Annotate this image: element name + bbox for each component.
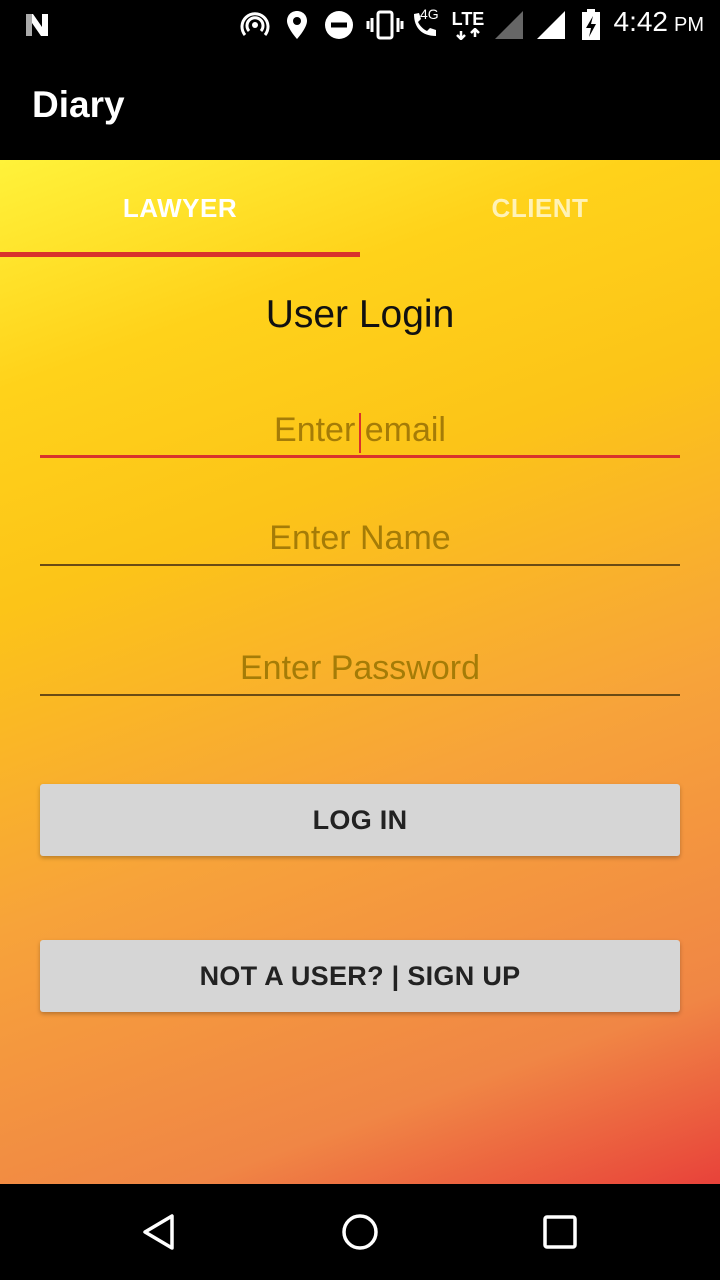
status-time: 4:42 PM [614,6,705,44]
network-lte-label: LTE [451,9,485,29]
vibrate-icon [366,10,404,40]
n-notification-icon [22,10,52,40]
lte-indicator: LTE [448,10,488,40]
tab-client[interactable]: CLIENT [360,160,720,256]
page-title: User Login [265,293,455,336]
data-arrows-icon [456,28,480,40]
login-button[interactable]: LOG IN [40,784,680,856]
recents-icon [543,1215,577,1249]
signal-full-icon [536,10,566,40]
battery-charging-icon [580,9,602,40]
navigation-bar [0,1184,720,1280]
name-field-container [40,510,680,566]
text-caret [359,413,361,453]
password-field-underline [40,694,680,696]
phone-screen: 4G LTE 4:42 PM Diary LAWYER CLIENT User … [0,0,720,1280]
tab-bar: LAWYER CLIENT [0,160,720,257]
do-not-disturb-icon [323,10,355,40]
network-4g-label: 4G [420,6,439,22]
password-field[interactable] [40,640,680,696]
signup-button[interactable]: NOT A USER? | SIGN UP [40,940,680,1012]
recents-button[interactable] [536,1208,584,1256]
status-bar: 4G LTE 4:42 PM [0,0,720,50]
wifi-calling-icon: 4G [410,6,442,40]
status-time-value: 4:42 [613,6,669,37]
app-title: Diary [32,84,125,125]
app-bar: Diary [0,50,720,160]
login-content: LAWYER CLIENT User Login LOG IN NOT A US… [0,160,720,1184]
signal-icon [494,10,524,40]
location-icon [284,10,310,40]
tab-lawyer[interactable]: LAWYER [0,160,360,256]
name-field-underline [40,564,680,566]
tab-indicator [0,252,360,257]
home-icon [342,1214,378,1250]
name-field[interactable] [40,510,680,566]
email-field-underline [40,455,680,458]
home-button[interactable] [336,1208,384,1256]
status-time-ampm: PM [674,14,704,36]
email-field-container [40,402,680,458]
hotspot-icon [238,10,272,40]
back-button[interactable] [136,1208,184,1256]
back-icon [143,1214,174,1250]
password-field-container [40,640,680,696]
